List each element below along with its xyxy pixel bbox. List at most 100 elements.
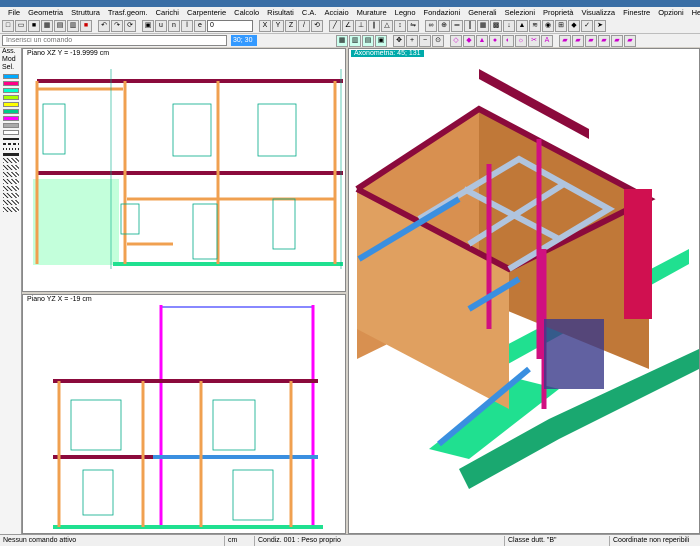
mirror-icon[interactable]: ⇋ — [407, 19, 419, 32]
palette-label-sel[interactable]: Sel. — [0, 64, 21, 72]
layer-3-icon[interactable]: ▰ — [585, 35, 597, 47]
menu-item-9[interactable]: Acciaio — [320, 7, 352, 18]
axis-x-icon[interactable]: X — [259, 19, 271, 32]
color-swatch-1[interactable] — [3, 81, 19, 86]
grid-icon[interactable]: ▣ — [142, 19, 154, 32]
refresh-icon[interactable]: ⟳ — [124, 19, 136, 32]
perp-icon[interactable]: ⊥ — [355, 19, 367, 32]
menu-item-13[interactable]: Generali — [464, 7, 500, 18]
render-light-icon[interactable]: ☼ — [515, 35, 527, 47]
menu-item-18[interactable]: Opzioni — [654, 7, 687, 18]
layer-5-icon[interactable]: ▰ — [611, 35, 623, 47]
print-icon[interactable]: ▤ — [54, 19, 66, 32]
hatch-pattern-3[interactable] — [3, 172, 19, 177]
menu-item-7[interactable]: Risultati — [263, 7, 298, 18]
view-side-icon[interactable]: ▤ — [362, 35, 374, 47]
step-field[interactable] — [207, 19, 253, 32]
color-swatch-7[interactable] — [3, 123, 19, 128]
palette-label-mod[interactable]: Mod — [0, 56, 21, 64]
color-swatch-3[interactable] — [3, 95, 19, 100]
new-file-icon[interactable]: □ — [2, 19, 14, 32]
line-icon[interactable]: / — [298, 19, 310, 32]
menu-item-14[interactable]: Selezioni — [501, 7, 539, 18]
palette-label-ass[interactable]: Ass. — [0, 48, 21, 56]
menu-item-2[interactable]: Struttura — [67, 7, 104, 18]
line-style-dot[interactable] — [3, 148, 19, 150]
material-icon[interactable]: ◆ — [568, 19, 580, 32]
menu-item-19[interactable]: Help — [688, 7, 700, 18]
hatch-pattern-6[interactable] — [3, 193, 19, 198]
axis-z-icon[interactable]: Z — [285, 19, 297, 32]
render-label-icon[interactable]: A — [541, 35, 553, 47]
menu-item-1[interactable]: Geometria — [24, 7, 67, 18]
menu-item-4[interactable]: Carichi — [152, 7, 183, 18]
axis-y-icon[interactable]: Y — [272, 19, 284, 32]
undo-icon[interactable]: ↶ — [98, 19, 110, 32]
hinge-icon[interactable]: ◉ — [542, 19, 554, 32]
render-hide-icon[interactable]: ◐ — [502, 35, 514, 47]
line-style-solid[interactable] — [3, 138, 19, 140]
angle-icon[interactable]: ∠ — [342, 19, 354, 32]
layer-4-icon[interactable]: ▰ — [598, 35, 610, 47]
menu-item-11[interactable]: Legno — [391, 7, 420, 18]
layer-2-icon[interactable]: ▰ — [572, 35, 584, 47]
color-swatch-2[interactable] — [3, 88, 19, 93]
node-icon[interactable]: ⊕ — [438, 19, 450, 32]
menu-item-15[interactable]: Proprietà — [539, 7, 577, 18]
hatch-pattern-4[interactable] — [3, 179, 19, 184]
layer-1-icon[interactable]: ▰ — [559, 35, 571, 47]
menu-item-3[interactable]: Trasf.geom. — [104, 7, 152, 18]
hatch-pattern-1[interactable] — [3, 158, 19, 163]
render-shade-icon[interactable]: ▲ — [476, 35, 488, 47]
render-wire-icon[interactable]: ◇ — [450, 35, 462, 47]
menu-item-0[interactable]: File — [4, 7, 24, 18]
wall-icon[interactable]: ▦ — [477, 19, 489, 32]
hatch-pattern-7[interactable] — [3, 200, 19, 205]
render-solid-icon[interactable]: ◆ — [463, 35, 475, 47]
color-swatch-0[interactable] — [3, 74, 19, 79]
view-top-icon[interactable]: ▣ — [375, 35, 387, 47]
layer-6-icon[interactable]: ▰ — [624, 35, 636, 47]
export-icon[interactable]: ▥ — [67, 19, 79, 32]
support-icon[interactable]: ▲ — [516, 19, 528, 32]
measure-icon[interactable]: ↕ — [394, 19, 406, 32]
zoom-out-icon[interactable]: − — [419, 35, 431, 47]
column-icon[interactable]: ║ — [464, 19, 476, 32]
command-input[interactable] — [2, 35, 227, 46]
color-swatch-8[interactable] — [3, 130, 19, 135]
color-swatch-6[interactable] — [3, 116, 19, 121]
menu-item-17[interactable]: Finestre — [619, 7, 654, 18]
redo-icon[interactable]: ↷ — [111, 19, 123, 32]
save-icon[interactable]: ■ — [28, 19, 40, 32]
spring-icon[interactable]: ≋ — [529, 19, 541, 32]
snap-l-icon[interactable]: l — [181, 19, 193, 32]
zoom-all-icon[interactable]: ⊙ — [432, 35, 444, 47]
stop-icon[interactable]: ■ — [80, 19, 92, 32]
hatch-pattern-2[interactable] — [3, 165, 19, 170]
parallel-icon[interactable]: ∥ — [368, 19, 380, 32]
color-swatch-5[interactable] — [3, 109, 19, 114]
hatch-pattern-8[interactable] — [3, 207, 19, 212]
plane-xz-view[interactable]: Piano XZ Y = -19.9999 cm — [22, 48, 346, 292]
snap-u-icon[interactable]: u — [155, 19, 167, 32]
line-style-thick[interactable] — [3, 153, 19, 156]
pan-icon[interactable]: ✥ — [393, 35, 405, 47]
rotate-icon[interactable]: ⟲ — [311, 19, 323, 32]
preview-icon[interactable]: ▦ — [41, 19, 53, 32]
link-icon[interactable]: ∞ — [425, 19, 437, 32]
check-icon[interactable]: ✓ — [581, 19, 593, 32]
view-front-icon[interactable]: ▥ — [349, 35, 361, 47]
render-cut-icon[interactable]: ✂ — [528, 35, 540, 47]
plane-yz-view[interactable]: Piano YZ X = -19 cm — [22, 294, 346, 534]
zoom-in-icon[interactable]: + — [406, 35, 418, 47]
draw-line-icon[interactable]: ╱ — [329, 19, 341, 32]
open-folder-icon[interactable]: ▭ — [15, 19, 27, 32]
menu-item-5[interactable]: Carpenterie — [183, 7, 230, 18]
menu-item-10[interactable]: Murature — [353, 7, 391, 18]
slab-icon[interactable]: ▩ — [490, 19, 502, 32]
hatch-pattern-5[interactable] — [3, 186, 19, 191]
view-iso-icon[interactable]: ▦ — [336, 35, 348, 47]
beam-icon[interactable]: ═ — [451, 19, 463, 32]
axonometric-view[interactable]: Axonometria: 45; 131 — [348, 48, 700, 534]
snap-n-icon[interactable]: n — [168, 19, 180, 32]
